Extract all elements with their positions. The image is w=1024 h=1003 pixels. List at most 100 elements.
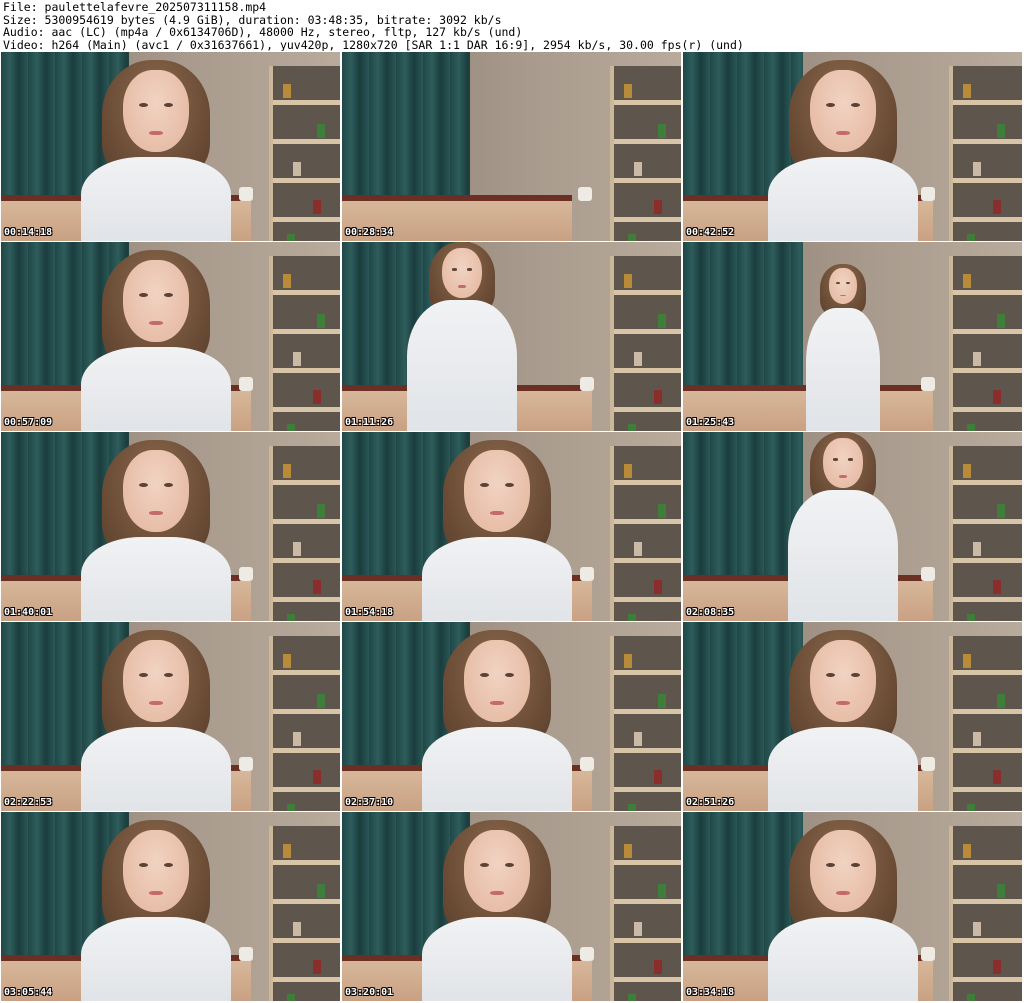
timestamp-label: 03:05:44 bbox=[4, 987, 53, 998]
video-thumbnail: 03:20:01 bbox=[342, 812, 681, 1001]
white-sweatshirt bbox=[768, 917, 918, 1001]
video-thumbnail: 03:05:44 bbox=[1, 812, 340, 1001]
mouth bbox=[490, 510, 504, 515]
mouth bbox=[149, 510, 163, 515]
face bbox=[823, 438, 863, 488]
mouth bbox=[836, 890, 850, 895]
white-sweatshirt bbox=[422, 917, 572, 1001]
white-sweatshirt bbox=[768, 727, 918, 811]
bookshelf bbox=[949, 66, 1022, 241]
mouth bbox=[490, 890, 504, 895]
video-thumbnail: 02:08:35 bbox=[683, 432, 1022, 621]
white-sweatshirt bbox=[81, 347, 231, 431]
lamp bbox=[239, 947, 253, 961]
file-name-line: File: paulettelafevre_202507311158.mp4 bbox=[3, 1, 267, 14]
timestamp-label: 01:11:26 bbox=[345, 417, 394, 428]
bookshelf bbox=[949, 256, 1022, 431]
lamp bbox=[580, 377, 594, 391]
white-sweatshirt bbox=[81, 157, 231, 241]
mouth bbox=[840, 294, 846, 297]
bookshelf bbox=[269, 446, 340, 621]
lamp bbox=[239, 757, 253, 771]
timestamp-label: 02:08:35 bbox=[686, 607, 735, 618]
white-sweatshirt bbox=[81, 727, 231, 811]
face bbox=[442, 248, 482, 298]
audio-info-line: Audio: aac (LC) (mp4a / 0x6134706D), 480… bbox=[3, 25, 523, 39]
video-thumbnail: 00:57:09 bbox=[1, 242, 340, 431]
mouth bbox=[836, 700, 850, 705]
mouth bbox=[490, 700, 504, 705]
timestamp-label: 02:22:53 bbox=[4, 797, 53, 808]
timestamp-label: 01:40:01 bbox=[4, 607, 53, 618]
thumbnail-grid: 00:14:18 00:28:34 00:42:52 00:57:09 01:11:26… bbox=[1, 52, 1023, 1002]
lamp bbox=[580, 567, 594, 581]
mouth bbox=[458, 285, 466, 288]
face bbox=[464, 640, 530, 722]
white-sweatshirt bbox=[407, 300, 517, 431]
white-sweatshirt bbox=[422, 537, 572, 621]
white-sweatshirt bbox=[81, 537, 231, 621]
bookshelf bbox=[610, 446, 681, 621]
lamp bbox=[239, 567, 253, 581]
timestamp-label: 02:37:10 bbox=[345, 797, 394, 808]
video-thumbnail: 01:25:43 bbox=[683, 242, 1022, 431]
face bbox=[810, 830, 876, 912]
bookshelf bbox=[949, 446, 1022, 621]
face bbox=[829, 268, 857, 304]
timestamp-label: 00:14:18 bbox=[4, 227, 53, 238]
video-thumbnail: 01:54:18 bbox=[342, 432, 681, 621]
video-thumbnail: 02:51:26 bbox=[683, 622, 1022, 811]
mouth bbox=[836, 130, 850, 135]
face bbox=[123, 450, 189, 532]
bookshelf bbox=[610, 66, 681, 241]
white-sweatshirt bbox=[788, 490, 898, 621]
lamp bbox=[921, 947, 935, 961]
lamp bbox=[239, 187, 253, 201]
bookshelf bbox=[610, 826, 681, 1001]
face bbox=[810, 640, 876, 722]
video-thumbnail: 03:34:18 bbox=[683, 812, 1022, 1001]
white-sweatshirt bbox=[422, 727, 572, 811]
lamp bbox=[921, 187, 935, 201]
timestamp-label: 00:28:34 bbox=[345, 227, 394, 238]
white-sweatshirt bbox=[81, 917, 231, 1001]
white-sweatshirt bbox=[768, 157, 918, 241]
video-thumbnail: 00:28:34 bbox=[342, 52, 681, 241]
lamp bbox=[580, 757, 594, 771]
video-thumbnail: 02:37:10 bbox=[342, 622, 681, 811]
mouth bbox=[839, 475, 847, 478]
bookshelf bbox=[949, 826, 1022, 1001]
timestamp-label: 00:57:09 bbox=[4, 417, 53, 428]
bookshelf bbox=[610, 636, 681, 811]
face bbox=[123, 70, 189, 152]
video-thumbnail: 02:22:53 bbox=[1, 622, 340, 811]
bookshelf bbox=[269, 256, 340, 431]
face bbox=[123, 640, 189, 722]
bookshelf bbox=[269, 826, 340, 1001]
lamp bbox=[921, 757, 935, 771]
mouth bbox=[149, 130, 163, 135]
mouth bbox=[149, 320, 163, 325]
timestamp-label: 00:42:52 bbox=[686, 227, 735, 238]
timestamp-label: 01:25:43 bbox=[686, 417, 735, 428]
lamp bbox=[580, 947, 594, 961]
video-info-line: Video: h264 (Main) (avc1 / 0x31637661), … bbox=[3, 37, 744, 51]
face bbox=[810, 70, 876, 152]
timestamp-label: 03:34:18 bbox=[686, 987, 735, 998]
video-thumbnail: 01:40:01 bbox=[1, 432, 340, 621]
bookshelf bbox=[610, 256, 681, 431]
lamp bbox=[921, 567, 935, 581]
white-sweatshirt bbox=[806, 308, 880, 431]
mouth bbox=[149, 890, 163, 895]
video-thumbnail: 00:42:52 bbox=[683, 52, 1022, 241]
lamp bbox=[578, 187, 592, 201]
bookshelf bbox=[949, 636, 1022, 811]
video-thumbnail: 00:14:18 bbox=[1, 52, 340, 241]
timestamp-label: 01:54:18 bbox=[345, 607, 394, 618]
face bbox=[464, 450, 530, 532]
timestamp-label: 02:51:26 bbox=[686, 797, 735, 808]
lamp bbox=[239, 377, 253, 391]
bookshelf bbox=[269, 636, 340, 811]
face bbox=[123, 830, 189, 912]
lamp bbox=[921, 377, 935, 391]
